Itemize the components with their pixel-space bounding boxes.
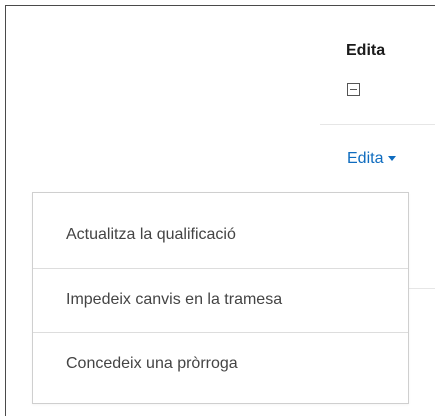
edit-dropdown-toggle[interactable]: Edita — [347, 150, 397, 168]
caret-down-icon — [388, 156, 397, 162]
collapse-icon[interactable] — [347, 83, 360, 96]
row-divider — [409, 288, 435, 289]
column-header-edit: Edita — [320, 6, 435, 125]
menu-item-update-grade[interactable]: Actualitza la qualificació — [33, 203, 408, 267]
column-header-title: Edita — [346, 42, 386, 59]
edit-dropdown-menu: Actualitza la qualificació Impedeix canv… — [32, 192, 409, 404]
menu-item-grant-extension[interactable]: Concedeix una pròrroga — [33, 332, 408, 396]
edit-dropdown-label: Edita — [347, 150, 384, 167]
menu-item-prevent-changes[interactable]: Impedeix canvis en la tramesa — [33, 268, 408, 332]
